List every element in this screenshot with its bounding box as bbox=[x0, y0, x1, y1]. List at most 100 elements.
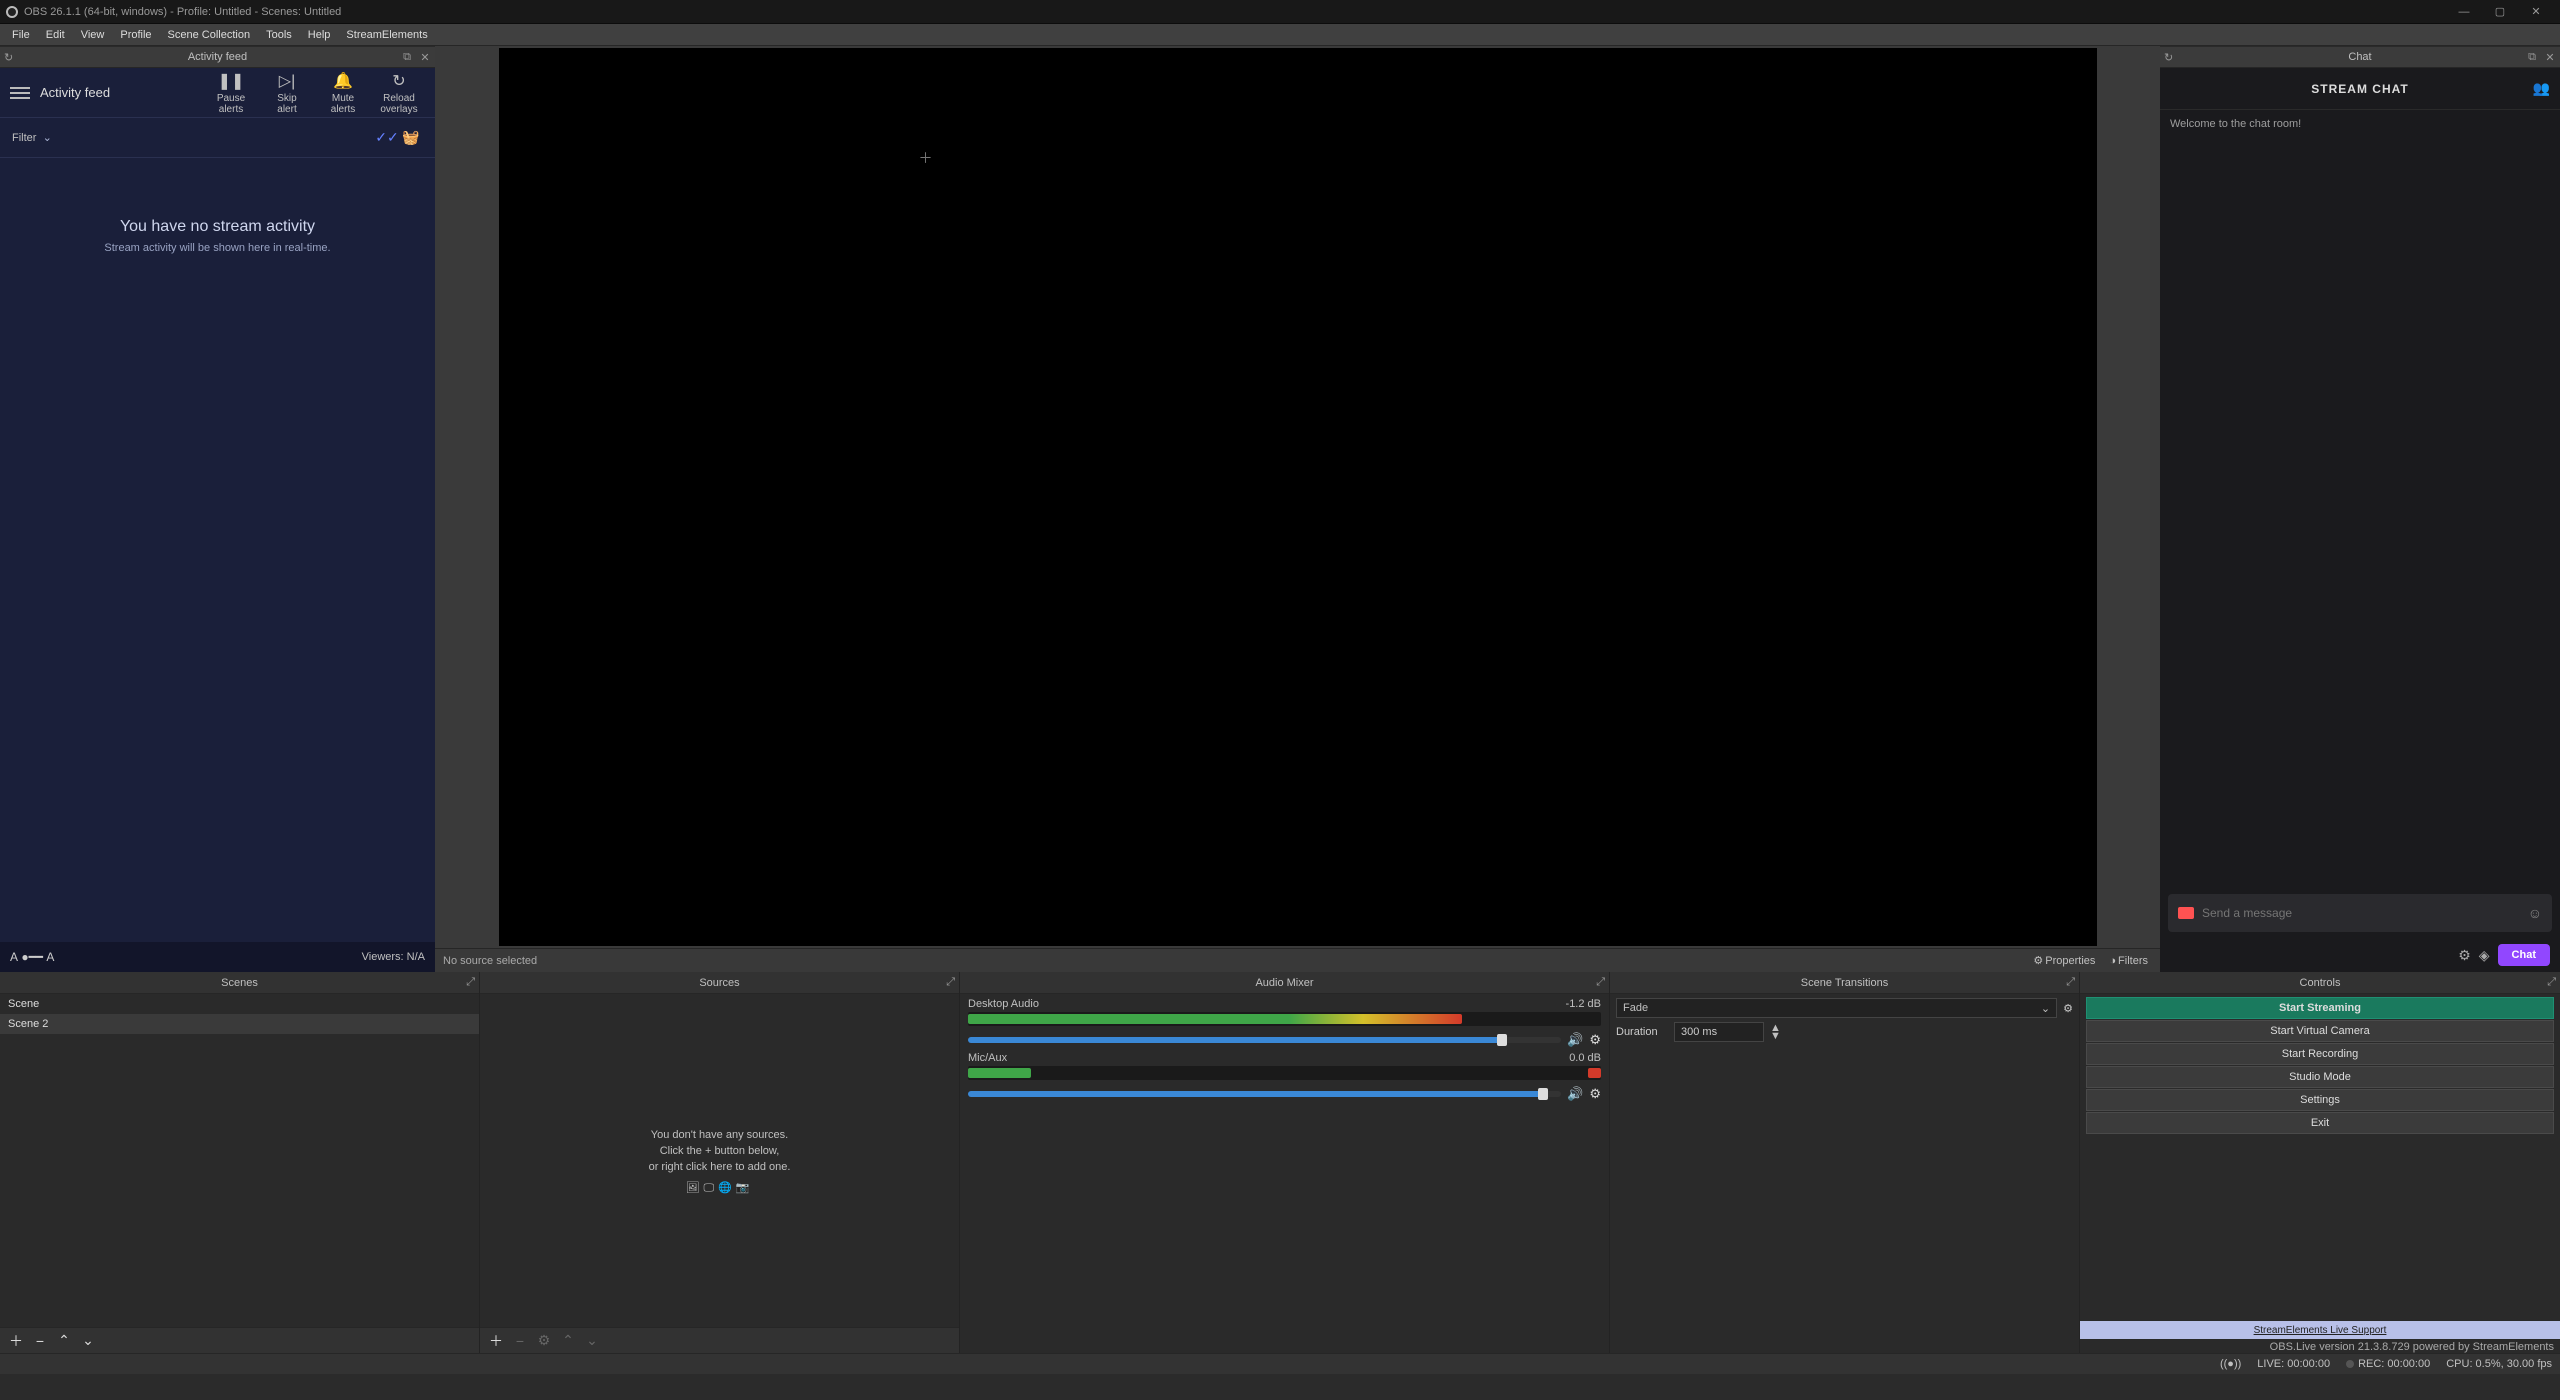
chat-input[interactable] bbox=[2202, 906, 2520, 920]
duration-spinbox[interactable]: 300 ms bbox=[1674, 1022, 1764, 1042]
skip-icon: ▷| bbox=[279, 71, 295, 91]
menu-profile[interactable]: Profile bbox=[112, 29, 159, 41]
transition-combo[interactable]: Fade⌄ bbox=[1616, 998, 2057, 1018]
remove-scene-button[interactable]: − bbox=[30, 1332, 50, 1350]
activity-dock-title: Activity feed bbox=[188, 51, 247, 63]
reload-overlays-icon: ↻ bbox=[392, 71, 405, 91]
speaker-icon[interactable]: 🔊 bbox=[1567, 1032, 1583, 1048]
basket-icon[interactable]: 🧺 bbox=[399, 129, 423, 146]
reload-overlays-label: Reloadoverlays bbox=[380, 93, 417, 115]
duration-spin-buttons[interactable]: ▲▼ bbox=[1770, 1024, 1781, 1040]
vu-meter bbox=[968, 1012, 1601, 1026]
scenes-title: Scenes bbox=[221, 977, 258, 989]
dock-popout-icon[interactable]: ⤢ bbox=[946, 976, 955, 989]
track-db: 0.0 dB bbox=[1569, 1052, 1601, 1064]
dock-popout-icon[interactable]: ⤢ bbox=[2547, 976, 2556, 989]
menu-scene-collection[interactable]: Scene Collection bbox=[160, 29, 259, 41]
filter-dropdown[interactable]: Filter ⌄ bbox=[12, 131, 52, 144]
chat-reload-icon[interactable]: ↻ bbox=[2164, 51, 2173, 64]
menu-tools[interactable]: Tools bbox=[258, 29, 300, 41]
stream-chat-title: STREAM CHAT bbox=[2311, 82, 2408, 96]
menu-help[interactable]: Help bbox=[300, 29, 339, 41]
status-network-icon: ((●)) bbox=[2220, 1358, 2241, 1370]
scene-down-button[interactable]: ⌄ bbox=[78, 1332, 98, 1350]
remove-source-button[interactable]: − bbox=[510, 1332, 530, 1350]
chat-settings-icon[interactable]: ⚙ bbox=[2458, 947, 2471, 964]
filter-label: Filter bbox=[12, 132, 36, 144]
checkmarks-icon[interactable]: ✓✓ bbox=[375, 129, 399, 146]
dock-close-icon[interactable]: ✕ bbox=[2542, 49, 2558, 65]
source-up-button[interactable]: ⌃ bbox=[558, 1332, 578, 1350]
menu-edit[interactable]: Edit bbox=[38, 29, 73, 41]
chat-dock-title: Chat bbox=[2348, 51, 2371, 63]
add-source-button[interactable]: ＋ bbox=[486, 1332, 506, 1350]
viewers-label: Viewers: N/A bbox=[362, 951, 425, 963]
scenes-list[interactable]: Scene Scene 2 bbox=[0, 994, 479, 1327]
filters-button[interactable]: ◑Filters bbox=[2105, 955, 2152, 967]
studio-mode-button[interactable]: Studio Mode bbox=[2086, 1066, 2554, 1088]
reload-overlays-button[interactable]: ↻Reloadoverlays bbox=[373, 71, 425, 115]
version-label: OBS.Live version 21.3.8.729 powered by S… bbox=[2080, 1341, 2560, 1353]
dock-close-icon[interactable]: ✕ bbox=[417, 49, 433, 65]
dock-popout-icon[interactable]: ⧉ bbox=[2524, 49, 2540, 65]
activity-title: Activity feed bbox=[40, 85, 201, 100]
hamburger-icon[interactable] bbox=[10, 87, 30, 99]
sources-list[interactable]: You don't have any sources. Click the + … bbox=[480, 994, 959, 1327]
status-rec: REC: 00:00:00 bbox=[2358, 1358, 2430, 1370]
scene-up-button[interactable]: ⌃ bbox=[54, 1332, 74, 1350]
sources-empty-line3: or right click here to add one. bbox=[649, 1159, 791, 1175]
bell-icon: 🔔 bbox=[333, 71, 353, 91]
transition-settings-icon[interactable]: ⚙ bbox=[2063, 1002, 2073, 1015]
close-button[interactable]: ✕ bbox=[2518, 3, 2554, 21]
preview-canvas[interactable]: ＋ bbox=[499, 48, 2097, 946]
minimize-button[interactable]: — bbox=[2446, 3, 2482, 21]
users-icon[interactable]: 👥 bbox=[2533, 80, 2550, 97]
reload-icon[interactable]: ↻ bbox=[4, 51, 13, 64]
filters-icon: ◑ bbox=[2109, 955, 2116, 967]
font-size-switch[interactable]: A ●━━ A bbox=[10, 950, 54, 964]
start-streaming-button[interactable]: Start Streaming bbox=[2086, 997, 2554, 1019]
speaker-icon[interactable]: 🔊 bbox=[1567, 1086, 1583, 1102]
mixer-title: Audio Mixer bbox=[1255, 977, 1313, 989]
menu-file[interactable]: File bbox=[4, 29, 38, 41]
sources-empty-line2: Click the + button below, bbox=[649, 1143, 791, 1159]
dock-popout-icon[interactable]: ⤢ bbox=[2066, 976, 2075, 989]
sources-empty-line1: You don't have any sources. bbox=[649, 1127, 791, 1143]
start-recording-button[interactable]: Start Recording bbox=[2086, 1043, 2554, 1065]
chat-send-button[interactable]: Chat bbox=[2498, 944, 2550, 966]
chat-points-icon[interactable]: ◈ bbox=[2479, 947, 2490, 964]
settings-button[interactable]: Settings bbox=[2086, 1089, 2554, 1111]
properties-button[interactable]: ⚙Properties bbox=[2029, 954, 2099, 967]
volume-slider[interactable] bbox=[968, 1091, 1561, 1097]
dock-popout-icon[interactable]: ⤢ bbox=[466, 976, 475, 989]
preview-area[interactable]: ＋ bbox=[435, 46, 2160, 948]
source-settings-button[interactable]: ⚙ bbox=[534, 1332, 554, 1350]
controls-title: Controls bbox=[2300, 977, 2341, 989]
no-source-selected-label: No source selected bbox=[443, 955, 537, 967]
menu-streamelements[interactable]: StreamElements bbox=[338, 29, 435, 41]
gear-icon[interactable]: ⚙ bbox=[1589, 1032, 1601, 1048]
activity-dock-header: ↻ Activity feed ⧉ ✕ bbox=[0, 46, 435, 68]
scene-item[interactable]: Scene bbox=[0, 994, 479, 1014]
filters-label: Filters bbox=[2118, 955, 2148, 967]
add-scene-button[interactable]: ＋ bbox=[6, 1332, 26, 1350]
maximize-button[interactable]: ▢ bbox=[2482, 3, 2518, 21]
support-link[interactable]: StreamElements Live Support bbox=[2080, 1321, 2560, 1339]
volume-slider[interactable] bbox=[968, 1037, 1561, 1043]
track-name: Desktop Audio bbox=[968, 998, 1039, 1010]
pause-alerts-button[interactable]: ❚❚Pausealerts bbox=[205, 71, 257, 115]
exit-button[interactable]: Exit bbox=[2086, 1112, 2554, 1134]
gear-icon[interactable]: ⚙ bbox=[1589, 1086, 1601, 1102]
skip-alert-button[interactable]: ▷|Skipalert bbox=[261, 71, 313, 115]
source-down-button[interactable]: ⌄ bbox=[582, 1332, 602, 1350]
activity-empty-title: You have no stream activity bbox=[120, 218, 315, 236]
menu-view[interactable]: View bbox=[73, 29, 113, 41]
mute-alerts-button[interactable]: 🔔Mutealerts bbox=[317, 71, 369, 115]
scene-item[interactable]: Scene 2 bbox=[0, 1014, 479, 1034]
dock-popout-icon[interactable]: ⤢ bbox=[1596, 976, 1605, 989]
dock-popout-icon[interactable]: ⧉ bbox=[399, 49, 415, 65]
emoji-icon[interactable]: ☺ bbox=[2528, 905, 2542, 921]
monitor-icon: 🖵 bbox=[703, 1182, 718, 1195]
pause-icon: ❚❚ bbox=[218, 71, 245, 91]
start-virtual-camera-button[interactable]: Start Virtual Camera bbox=[2086, 1020, 2554, 1042]
